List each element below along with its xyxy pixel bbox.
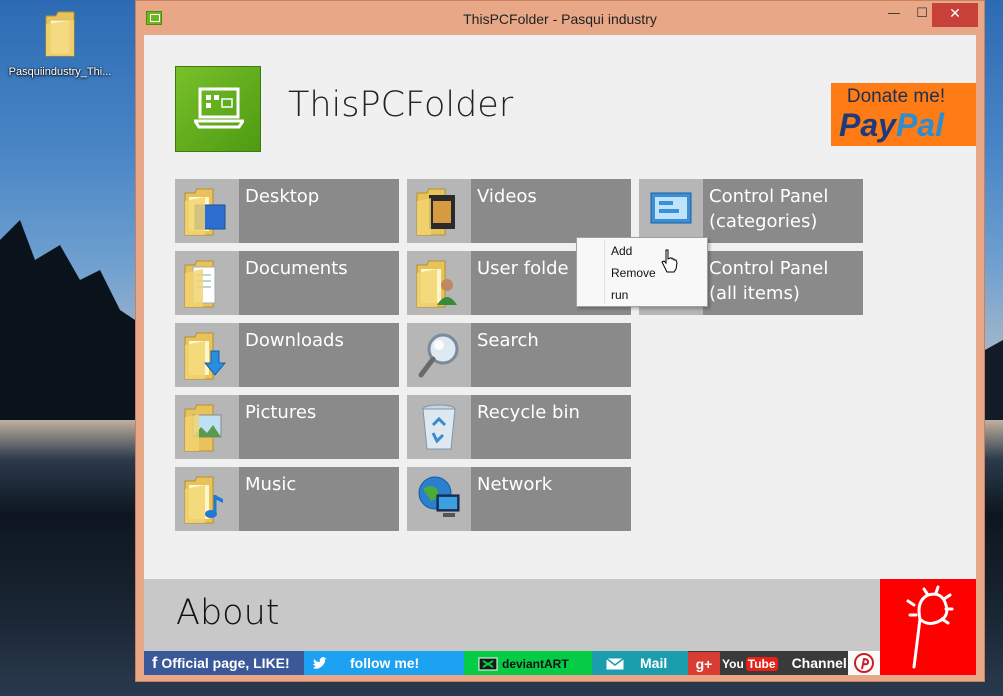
youtube-link[interactable]: g+ You Tube Channel	[688, 651, 848, 675]
menu-item-run[interactable]: run	[578, 284, 706, 306]
window-title: ThisPCFolder - Pasqui industry	[463, 11, 657, 27]
google-plus-icon: g+	[688, 652, 720, 675]
tile-recycle-bin[interactable]: Recycle bin	[407, 395, 631, 459]
deviantart-icon	[478, 657, 498, 671]
mail-label: Mail	[640, 655, 668, 671]
tile-label-line2: (all items)	[709, 283, 800, 304]
tile-label: Network	[477, 474, 553, 495]
youtube-channel-label: Channel	[791, 655, 847, 671]
tile-label: Documents	[245, 258, 348, 279]
twitter-link[interactable]: follow me!	[304, 651, 464, 675]
context-menu: Add Remove run	[576, 237, 708, 307]
brand-flower-icon	[906, 585, 954, 669]
donate-paypal-button[interactable]: Donate me! PayPal	[831, 83, 976, 146]
mail-link[interactable]: Mail	[592, 651, 688, 675]
tile-label: Music	[245, 474, 297, 495]
tile-label: Desktop	[245, 186, 320, 207]
about-title[interactable]: About	[176, 593, 279, 633]
magnifier-icon	[418, 333, 459, 378]
minimize-button[interactable]: —	[880, 3, 908, 27]
tile-downloads[interactable]: Downloads	[175, 323, 399, 387]
app-content: ThisPCFolder Donate me! PayPal Desktop D…	[144, 35, 976, 675]
tile-label: Videos	[477, 186, 537, 207]
deviantart-link[interactable]: deviantART	[464, 651, 592, 675]
tile-label-line1: Control Panel	[709, 258, 829, 279]
app-window: ThisPCFolder - Pasqui industry — ☐ ✕ Thi…	[135, 0, 985, 682]
menu-item-remove[interactable]: Remove	[578, 262, 706, 284]
paypal-pay: Pay	[839, 107, 896, 143]
tile-desktop[interactable]: Desktop	[175, 179, 399, 243]
tile-label: Control Panel (all items)	[709, 256, 828, 306]
laptop-icon	[194, 87, 244, 129]
twitter-label: follow me!	[350, 655, 420, 671]
tile-music[interactable]: Music	[175, 467, 399, 531]
tile-label: Control Panel (categories)	[709, 184, 828, 234]
envelope-icon	[606, 658, 624, 670]
hand-cursor-icon	[661, 249, 678, 273]
tile-label-line1: Control Panel	[709, 186, 829, 207]
about-section: About f Official page, LIKE! follow me! d…	[144, 579, 976, 675]
folder-videos-icon	[416, 188, 455, 236]
desktop-folder-shortcut[interactable]: Pasquiindustry_Thi...	[2, 10, 118, 78]
tile-label-line2: (categories)	[709, 211, 818, 232]
tile-control-panel-categories[interactable]: Control Panel (categories)	[639, 179, 863, 243]
title-bar[interactable]: ThisPCFolder - Pasqui industry — ☐ ✕	[136, 1, 984, 35]
folder-documents-icon	[184, 260, 216, 308]
folder-icon	[45, 11, 75, 57]
pasqui-industry-logo[interactable]	[880, 579, 976, 675]
folder-user-icon	[416, 260, 457, 308]
desktop-icon-label: Pasquiindustry_Thi...	[8, 66, 112, 78]
recycle-bin-icon	[422, 404, 456, 450]
tile-label: Recycle bin	[477, 402, 580, 423]
paypal-pal: Pal	[895, 107, 944, 143]
network-globe-icon	[418, 476, 460, 517]
folder-music-icon	[184, 476, 223, 524]
youtube-tube: Tube	[745, 657, 778, 671]
folder-pictures-icon	[184, 404, 222, 452]
tile-label: Downloads	[245, 330, 344, 351]
pinterest-link[interactable]	[848, 651, 880, 675]
tile-documents[interactable]: Documents	[175, 251, 399, 315]
folder-desktop-icon	[184, 188, 226, 236]
donate-label: Donate me!	[846, 86, 946, 107]
tile-network[interactable]: Network	[407, 467, 631, 531]
tile-label: Search	[477, 330, 539, 351]
control-panel-icon	[650, 192, 692, 224]
menu-item-add[interactable]: Add	[578, 240, 706, 262]
tile-label: User folde	[477, 258, 569, 279]
deviantart-label: deviantART	[502, 657, 569, 671]
folder-downloads-icon	[184, 332, 227, 380]
paypal-logo: PayPal	[839, 107, 944, 144]
tile-videos[interactable]: Videos	[407, 179, 631, 243]
app-logo	[175, 66, 261, 152]
youtube-you: You	[722, 657, 744, 671]
tile-label: Pictures	[245, 402, 317, 423]
close-button[interactable]: ✕	[932, 3, 978, 27]
tile-search[interactable]: Search	[407, 323, 631, 387]
pinterest-icon	[854, 653, 874, 673]
tile-pictures[interactable]: Pictures	[175, 395, 399, 459]
twitter-bird-icon	[313, 657, 327, 670]
facebook-icon: f	[152, 655, 158, 673]
facebook-label: Official page, LIKE!	[161, 655, 290, 671]
app-heading: ThisPCFolder	[288, 85, 514, 125]
facebook-link[interactable]: f Official page, LIKE!	[144, 651, 304, 675]
